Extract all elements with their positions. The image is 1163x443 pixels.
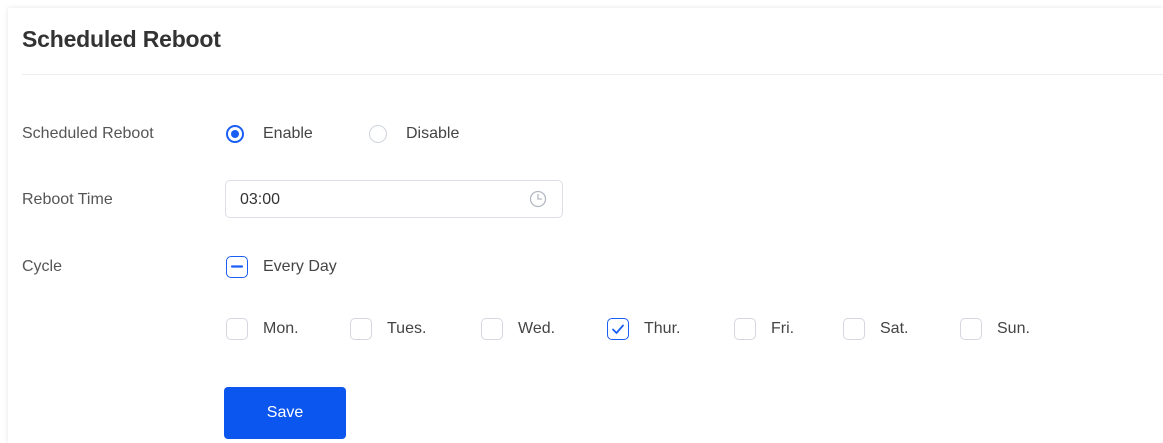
reboot-time-label: Reboot Time	[22, 191, 113, 208]
reboot-time-value: 03:00	[240, 191, 281, 208]
disable-radio-label[interactable]: Disable	[406, 125, 459, 143]
scheduled-reboot-panel: Scheduled Reboot Scheduled Reboot Enable…	[8, 8, 1163, 443]
day-label-thur[interactable]: Thur.	[644, 320, 680, 338]
indeterminate-icon	[230, 265, 244, 268]
disable-radio[interactable]	[369, 125, 387, 143]
cycle-label: Cycle	[22, 258, 63, 275]
page-title: Scheduled Reboot	[22, 26, 221, 52]
every-day-checkbox[interactable]	[226, 256, 248, 278]
day-checkbox-sun[interactable]	[960, 318, 982, 340]
day-label-mon[interactable]: Mon.	[263, 320, 299, 338]
reboot-time-input[interactable]: 03:00	[225, 180, 563, 218]
day-checkbox-mon[interactable]	[226, 318, 248, 340]
checkmark-icon	[612, 324, 624, 334]
enable-radio[interactable]	[226, 125, 244, 143]
day-label-sun[interactable]: Sun.	[997, 320, 1030, 338]
save-button[interactable]: Save	[224, 387, 346, 439]
every-day-label[interactable]: Every Day	[263, 258, 337, 276]
day-checkbox-wed[interactable]	[481, 318, 503, 340]
clock-icon[interactable]	[529, 190, 547, 208]
day-checkbox-sat[interactable]	[843, 318, 865, 340]
enable-radio-label[interactable]: Enable	[263, 125, 313, 143]
day-checkbox-thur[interactable]	[607, 318, 629, 340]
scheduled-reboot-label: Scheduled Reboot	[22, 125, 154, 142]
day-label-wed[interactable]: Wed.	[518, 320, 555, 338]
day-checkbox-fri[interactable]	[734, 318, 756, 340]
day-label-sat[interactable]: Sat.	[880, 320, 908, 338]
day-checkbox-tues[interactable]	[350, 318, 372, 340]
day-label-tues[interactable]: Tues.	[387, 320, 426, 338]
header-divider	[22, 74, 1163, 75]
day-label-fri[interactable]: Fri.	[771, 320, 794, 338]
